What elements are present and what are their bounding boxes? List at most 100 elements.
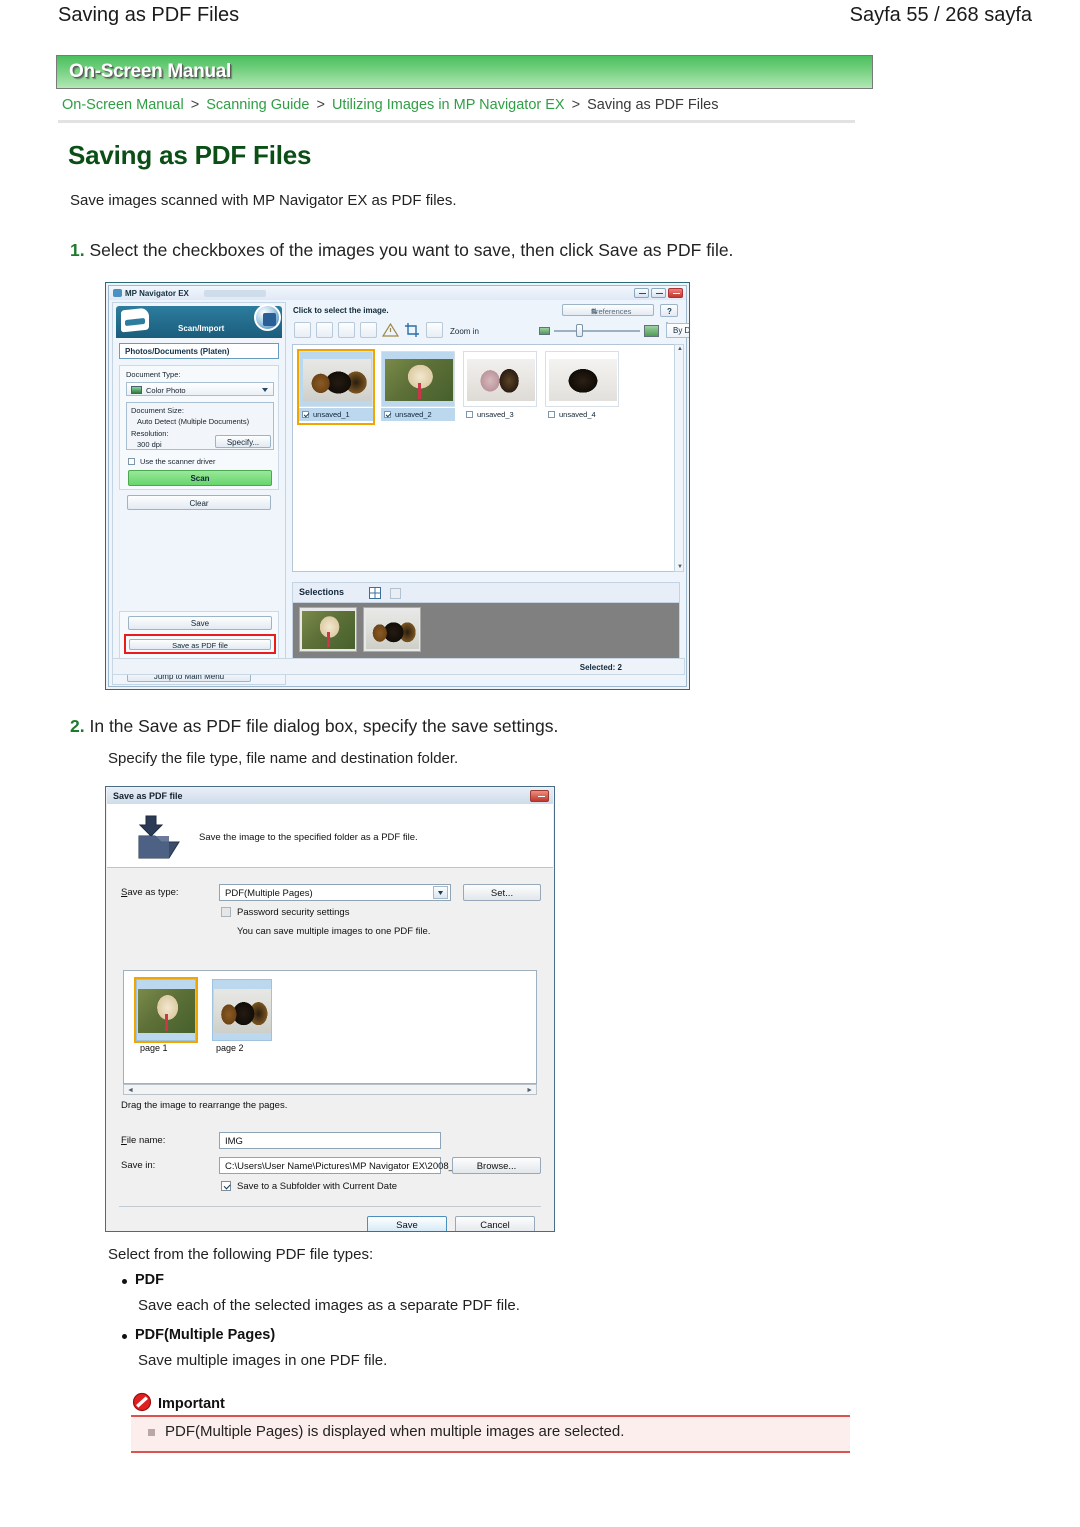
rearrange-note: Drag the image to rearrange the pages.: [121, 1100, 288, 1111]
thumbnail-frame: [545, 351, 619, 407]
preferences-label: Preferences: [591, 307, 632, 316]
preferences-button[interactable]: ⇅ Preferences: [562, 304, 654, 316]
help-button[interactable]: ?: [660, 304, 678, 317]
document-size-box: Document Size: Auto Detect (Multiple Doc…: [126, 402, 274, 450]
page-preview-scrollbar[interactable]: ◄ ►: [123, 1084, 537, 1095]
thumbnail-checkbox[interactable]: [466, 411, 473, 418]
thumbnail-size-slider-handle[interactable]: [576, 324, 583, 337]
sort-order-select[interactable]: By Date ▲: [666, 323, 689, 338]
selections-tray: [292, 602, 680, 659]
chevron-down-icon[interactable]: [433, 886, 448, 899]
thumbnail-image: [385, 359, 453, 401]
specify-button[interactable]: Specify...: [215, 435, 271, 448]
close-button[interactable]: [668, 288, 683, 298]
page-preview-item[interactable]: page 2: [212, 979, 272, 1055]
breadcrumb-separator: >: [190, 97, 200, 113]
on-screen-manual-banner: On-Screen Manual: [56, 55, 873, 89]
page-header-title: Saving as PDF Files: [58, 4, 240, 26]
save-as-type-label: Save as type:: [121, 887, 179, 898]
password-security-checkbox[interactable]: [221, 907, 231, 917]
select-image-hint: Click to select the image.: [293, 306, 389, 315]
step-2: 2. In the Save as PDF file dialog box, s…: [70, 716, 558, 737]
selections-label: Selections: [299, 587, 345, 597]
selections-bar: Selections: [292, 582, 680, 602]
warning-icon[interactable]: [381, 322, 400, 338]
save-subfolder-label: Save to a Subfolder with Current Date: [237, 1181, 398, 1192]
mp-navigator-statusbar: Selected: 2: [112, 658, 685, 675]
thumbnail-grid: unsaved_1 unsaved_2 unsaved_3 unsaved_4: [292, 344, 680, 572]
thumbnail-checkbox[interactable]: [384, 411, 391, 418]
crop-icon[interactable]: [404, 322, 421, 338]
scroll-up-icon[interactable]: ▲: [677, 346, 683, 352]
maximize-button[interactable]: [651, 288, 666, 298]
large-thumbnail-icon[interactable]: [644, 325, 659, 337]
scroll-left-icon[interactable]: ◄: [127, 1087, 134, 1094]
breadcrumb-separator: >: [316, 97, 325, 113]
scroll-down-icon[interactable]: ▼: [677, 564, 683, 570]
thumbnail-item[interactable]: unsaved_3: [463, 351, 537, 423]
rotate-left-icon[interactable]: [338, 322, 355, 338]
intro-text: Save images scanned with MP Navigator EX…: [70, 192, 457, 209]
zoom-in-icon[interactable]: [426, 322, 443, 338]
thumbnail-caption: unsaved_2: [381, 408, 455, 421]
select-all-selections-icon[interactable]: [369, 587, 381, 601]
deselect-all-icon[interactable]: [316, 322, 333, 338]
thumbnail-image: [303, 359, 371, 401]
step-1-number: 1.: [70, 240, 85, 260]
select-all-icon[interactable]: [294, 322, 311, 338]
file-name-input[interactable]: IMG: [219, 1132, 441, 1149]
thumbnail-checkbox[interactable]: [302, 411, 309, 418]
save-type-note: You can save multiple images to one PDF …: [237, 926, 431, 937]
app-icon: [113, 289, 122, 297]
save-group: Save Save as PDF file: [119, 611, 279, 663]
thumbnail-checkbox[interactable]: [548, 411, 555, 418]
save-button[interactable]: Save: [128, 616, 272, 630]
selection-image: [366, 611, 419, 649]
mp-navigator-window-title: MP Navigator EX: [125, 289, 189, 298]
rotate-right-icon[interactable]: [360, 322, 377, 338]
thumbnail-item[interactable]: unsaved_1: [297, 349, 375, 425]
thumbnail-item[interactable]: unsaved_4: [545, 351, 619, 423]
document-type-value: Color Photo: [146, 386, 186, 395]
breadcrumb-item-2[interactable]: Utilizing Images in MP Navigator EX: [332, 97, 565, 113]
dialog-save-button[interactable]: Save: [367, 1216, 447, 1231]
thumbnail-frame: [299, 351, 373, 407]
selection-item[interactable]: [299, 607, 357, 652]
thumbnail-caption: unsaved_3: [463, 408, 537, 421]
save-as-pdf-file-button[interactable]: Save as PDF file: [129, 639, 271, 650]
bullet-icon: [122, 1334, 127, 1339]
save-as-type-select[interactable]: PDF(Multiple Pages): [219, 884, 451, 901]
photos-documents-tab[interactable]: Photos/Documents (Platen): [119, 343, 279, 359]
set-button[interactable]: Set...: [463, 884, 541, 901]
small-thumbnail-icon[interactable]: [539, 327, 550, 335]
page-preview-item[interactable]: page 1: [134, 977, 198, 1055]
document-type-select[interactable]: Color Photo: [126, 382, 274, 396]
save-in-input[interactable]: C:\Users\User Name\Pictures\MP Navigator…: [219, 1157, 459, 1174]
clear-button[interactable]: Clear: [127, 495, 271, 510]
clear-selections-icon[interactable]: [390, 588, 401, 599]
thumbnail-item[interactable]: unsaved_2: [381, 351, 455, 423]
breadcrumb-item-1[interactable]: Scanning Guide: [206, 97, 309, 113]
minimize-button[interactable]: [634, 288, 649, 298]
save-subfolder-checkbox[interactable]: [221, 1181, 231, 1191]
help-icon: ?: [667, 307, 672, 316]
save-as-pdf-dialog-screenshot: Save as PDF file Save the image to the s…: [105, 786, 555, 1232]
selected-count-status: Selected: 2: [579, 663, 622, 672]
dialog-close-button[interactable]: [530, 790, 549, 802]
browse-button[interactable]: Browse...: [452, 1157, 541, 1174]
mp-navigator-left-panel: Scan/Import Photos/Documents (Platen) Do…: [112, 302, 286, 685]
scroll-right-icon[interactable]: ►: [526, 1087, 533, 1094]
breadcrumb-item-0[interactable]: On-Screen Manual: [62, 97, 184, 113]
page-caption: page 2: [216, 1043, 244, 1053]
dialog-title: Save as PDF file: [113, 791, 183, 801]
selection-item[interactable]: [363, 607, 421, 652]
pdf-type-name: PDF: [135, 1272, 164, 1288]
use-scanner-driver-checkbox[interactable]: [128, 458, 135, 465]
breadcrumb-divider: [58, 120, 855, 123]
thumbnail-vertical-scrollbar[interactable]: ▲ ▼: [674, 344, 684, 572]
thumbnail-label: unsaved_4: [559, 410, 596, 419]
save-folder-icon: [133, 814, 185, 860]
thumbnail-size-slider-track[interactable]: [554, 330, 640, 332]
scan-button[interactable]: Scan: [128, 470, 272, 486]
dialog-cancel-button[interactable]: Cancel: [455, 1216, 535, 1231]
